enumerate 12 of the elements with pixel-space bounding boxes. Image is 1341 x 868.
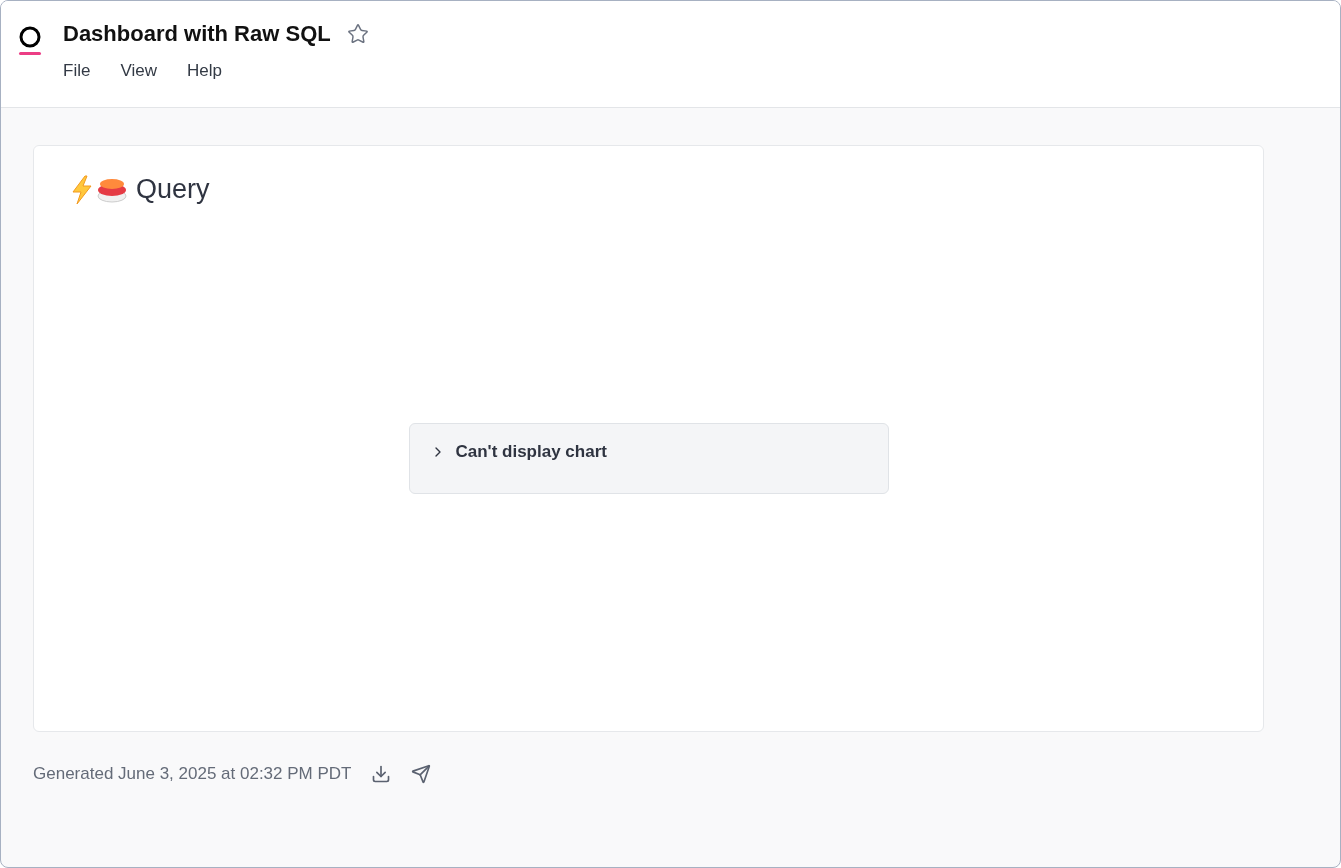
lightning-icon — [70, 174, 94, 205]
send-button[interactable] — [411, 764, 432, 784]
sushi-icon — [96, 176, 128, 203]
favorite-star-button[interactable] — [346, 23, 369, 45]
dashboard-title: Dashboard with Raw SQL — [63, 21, 331, 47]
download-button[interactable] — [371, 764, 392, 784]
menu-item[interactable]: View — [120, 61, 157, 81]
card-title: Query — [136, 174, 210, 205]
menu-item[interactable]: File — [63, 61, 91, 81]
generated-timestamp: Generated June 3, 2025 at 02:32 PM PDT — [33, 764, 352, 784]
menu-item[interactable]: Help — [186, 61, 222, 81]
chart-error-toggle[interactable]: Can't display chart — [429, 441, 607, 462]
